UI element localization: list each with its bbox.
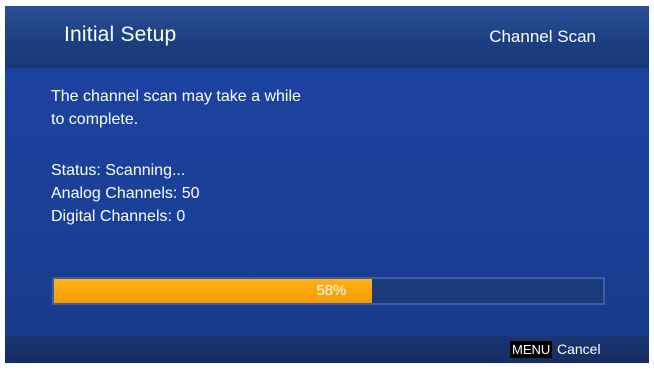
content-panel: The channel scan may take a while to com… — [5, 68, 649, 336]
scan-message-line-2: to complete. — [51, 111, 139, 128]
setup-screen: Initial Setup Channel Scan The channel s… — [5, 6, 649, 363]
footer-bar: MENU Cancel — [5, 336, 649, 363]
digital-channels-count: Digital Channels: 0 — [51, 208, 186, 225]
scan-progress-label: 58% — [316, 282, 347, 299]
header-bar: Initial Setup Channel Scan — [5, 6, 649, 68]
scan-status: Status: Scanning... — [51, 162, 186, 179]
analog-channels-count: Analog Channels: 50 — [51, 185, 200, 202]
scan-message-line-1: The channel scan may take a while — [51, 88, 301, 105]
cancel-action-label[interactable]: Cancel — [557, 341, 601, 358]
page-title: Initial Setup — [64, 23, 177, 46]
menu-key-badge[interactable]: MENU — [510, 341, 553, 358]
scan-progress-bar: 58% — [52, 277, 605, 305]
section-title: Channel Scan — [489, 27, 596, 46]
